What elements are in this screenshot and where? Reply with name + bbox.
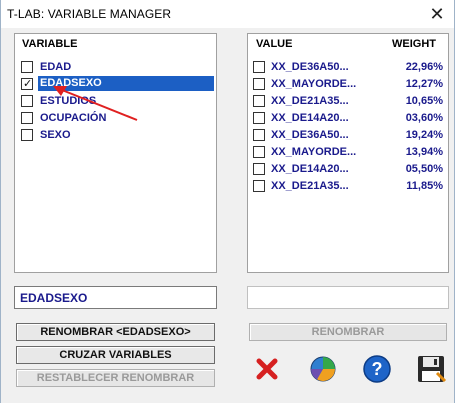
window-title: T-LAB: VARIABLE MANAGER	[7, 7, 172, 21]
pie-chart-icon	[310, 356, 336, 382]
rename-variable-button[interactable]: RENOMBRAR <EDADSEXO>	[16, 323, 215, 341]
cross-variables-button[interactable]: CRUZAR VARIABLES	[16, 346, 215, 364]
variable-name-field[interactable]: EDADSEXO	[14, 286, 217, 309]
value-row[interactable]: XX_MAYORDE... 12,27%	[253, 75, 443, 92]
value-label: XX_DE36A50...	[271, 60, 349, 73]
value-checkbox[interactable]	[253, 111, 265, 124]
value-checkbox[interactable]	[253, 128, 265, 141]
svg-text:?: ?	[372, 359, 383, 379]
value-label: XX_DE14A20...	[271, 111, 349, 124]
value-row[interactable]: XX_DE14A20... 03,60%	[253, 109, 443, 126]
value-weight: 22,96%	[405, 60, 443, 73]
value-checkbox[interactable]	[253, 179, 265, 192]
value-label: XX_DE36A50...	[271, 128, 349, 141]
value-weight: 12,27%	[405, 77, 443, 90]
value-label: XX_DE21A35...	[271, 94, 349, 107]
value-header: VALUE	[256, 38, 293, 50]
value-row[interactable]: XX_DE21A35... 11,85%	[253, 177, 443, 194]
value-list-panel: VALUE WEIGHT XX_DE36A50... 22,96% XX_MAY…	[247, 33, 449, 273]
save-button[interactable]	[413, 351, 449, 387]
value-weight: 11,85%	[406, 179, 443, 192]
help-icon: ?	[363, 355, 391, 383]
value-weight: 10,65%	[405, 94, 443, 107]
value-weight: 03,60%	[405, 111, 443, 124]
value-checkbox[interactable]	[253, 60, 265, 73]
rename-value-button[interactable]: RENOMBRAR	[249, 323, 447, 341]
help-button[interactable]: ?	[359, 351, 395, 387]
reset-rename-button[interactable]: RESTABLECER RENOMBRAR	[16, 369, 215, 387]
value-checkbox[interactable]	[253, 145, 265, 158]
value-label: XX_DE21A35...	[271, 179, 349, 192]
value-checkbox[interactable]	[253, 77, 265, 90]
value-label: XX_MAYORDE...	[271, 77, 357, 90]
close-button[interactable]: ✕	[420, 0, 454, 28]
title-bar: T-LAB: VARIABLE MANAGER ✕	[1, 0, 454, 28]
variable-manager-window: T-LAB: VARIABLE MANAGER ✕ VARIABLE EDAD …	[0, 0, 455, 403]
value-checkbox[interactable]	[253, 162, 265, 175]
red-x-icon	[256, 358, 278, 380]
variable-list-panel: VARIABLE EDAD ✓ EDADSEXO ESTUDIOS OCUPAC…	[14, 33, 217, 273]
value-row[interactable]: XX_MAYORDE... 13,94%	[253, 143, 443, 160]
annotation-arrow-icon	[53, 86, 138, 121]
value-label: XX_MAYORDE...	[271, 145, 357, 158]
delete-button[interactable]	[249, 351, 285, 387]
value-checkbox[interactable]	[253, 94, 265, 107]
value-label: XX_DE14A20...	[271, 162, 349, 175]
value-row[interactable]: XX_DE36A50... 19,24%	[253, 126, 443, 143]
value-row[interactable]: XX_DE14A20... 05,50%	[253, 160, 443, 177]
close-icon: ✕	[429, 3, 445, 24]
value-row[interactable]: XX_DE36A50... 22,96%	[253, 58, 443, 75]
chart-button[interactable]	[305, 351, 341, 387]
save-icon	[418, 356, 447, 383]
value-weight: 19,24%	[405, 128, 443, 141]
weight-header: WEIGHT	[392, 38, 436, 50]
value-name-field[interactable]	[247, 286, 449, 309]
value-row[interactable]: XX_DE21A35... 10,65%	[253, 92, 443, 109]
value-weight: 05,50%	[405, 162, 443, 175]
value-weight: 13,94%	[405, 145, 443, 158]
